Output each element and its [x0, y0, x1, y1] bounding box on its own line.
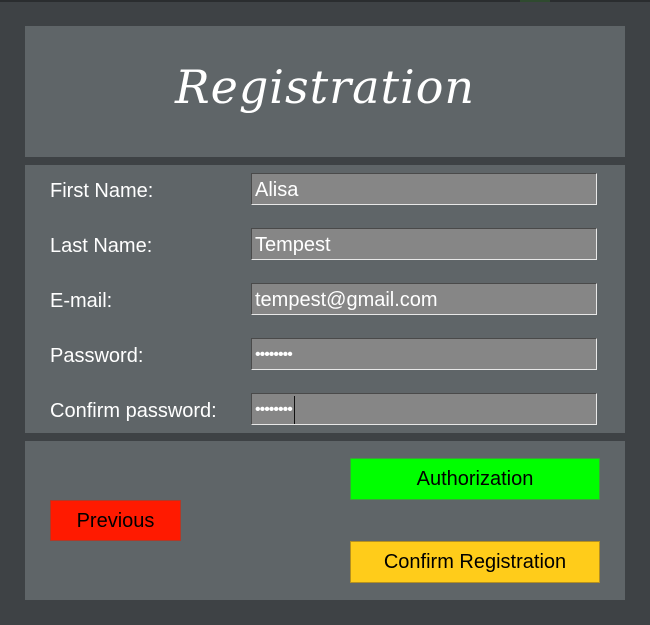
confirm-password-value: ••••••••: [255, 401, 293, 418]
window-edge-mark: [520, 0, 550, 2]
page-title: Registration: [174, 60, 476, 114]
last-name-field[interactable]: Tempest: [251, 228, 597, 260]
previous-button[interactable]: Previous: [50, 500, 181, 541]
button-panel: Authorization Previous Confirm Registrat…: [25, 441, 625, 600]
confirm-password-label: Confirm password:: [50, 400, 217, 422]
confirm-registration-button[interactable]: Confirm Registration: [350, 541, 600, 583]
window-top-border: [0, 0, 650, 2]
email-label: E-mail:: [50, 290, 113, 312]
authorization-button[interactable]: Authorization: [350, 458, 600, 500]
registration-form: First Name: Alisa Last Name: Tempest E-m…: [25, 165, 625, 433]
text-caret: [293, 395, 295, 424]
last-name-label: Last Name:: [50, 235, 153, 257]
email-field[interactable]: tempest@gmail.com: [251, 283, 597, 315]
first-name-field[interactable]: Alisa: [251, 173, 597, 205]
first-name-label: First Name:: [50, 180, 154, 202]
password-label: Password:: [50, 345, 144, 367]
password-field[interactable]: ••••••••: [251, 338, 597, 370]
header-panel: Registration: [25, 26, 625, 157]
confirm-password-field[interactable]: ••••••••: [251, 393, 597, 425]
